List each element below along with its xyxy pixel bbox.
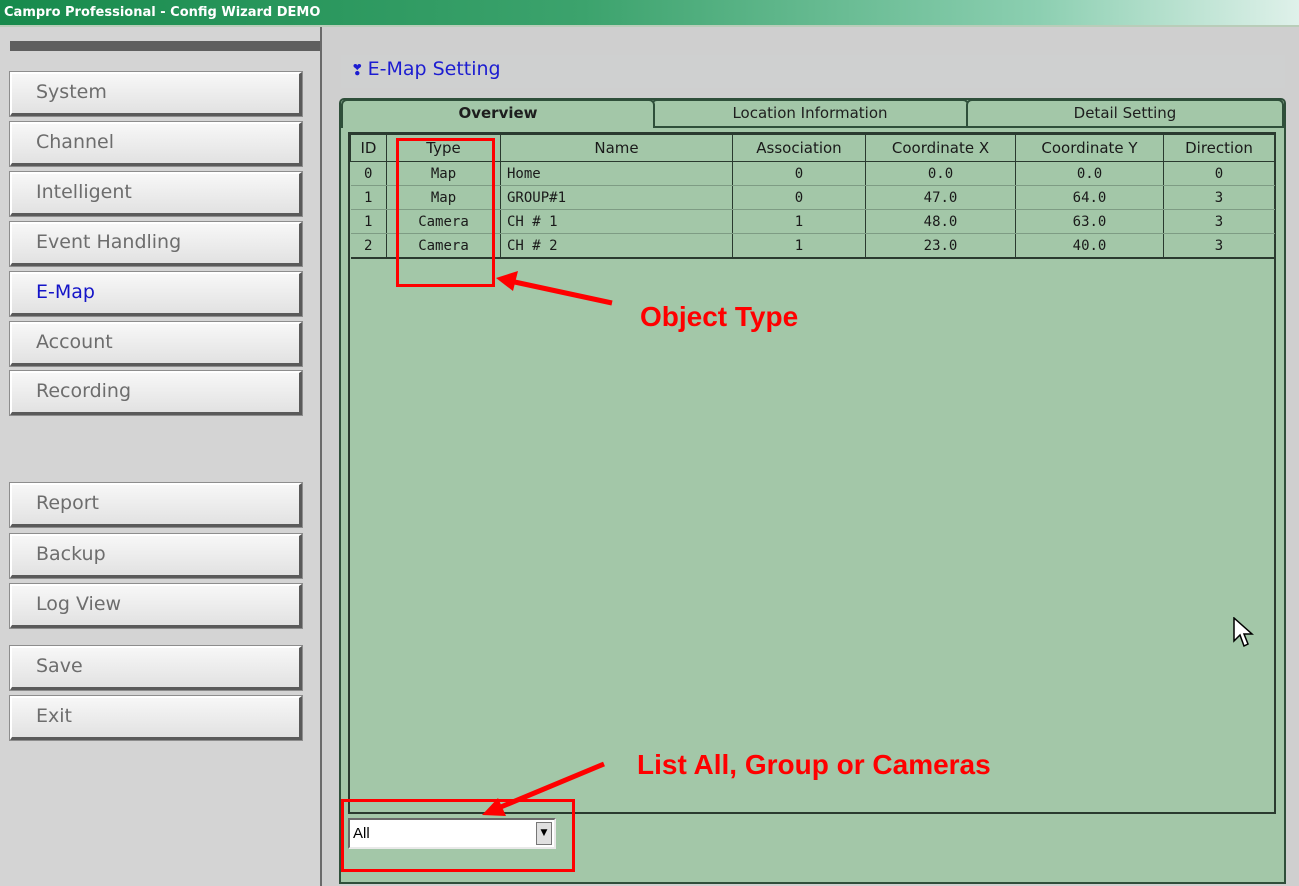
annotation-arrow-type (509, 278, 613, 306)
annotation-list-filter: List All, Group or Cameras (637, 749, 991, 780)
mouse-cursor-icon (1233, 617, 1254, 648)
annotation-object-type: Object Type (640, 301, 799, 332)
tab-overview[interactable]: Overview (341, 99, 655, 128)
annotation-arrow-filter (495, 761, 605, 812)
arrow-head-icon (496, 271, 518, 291)
